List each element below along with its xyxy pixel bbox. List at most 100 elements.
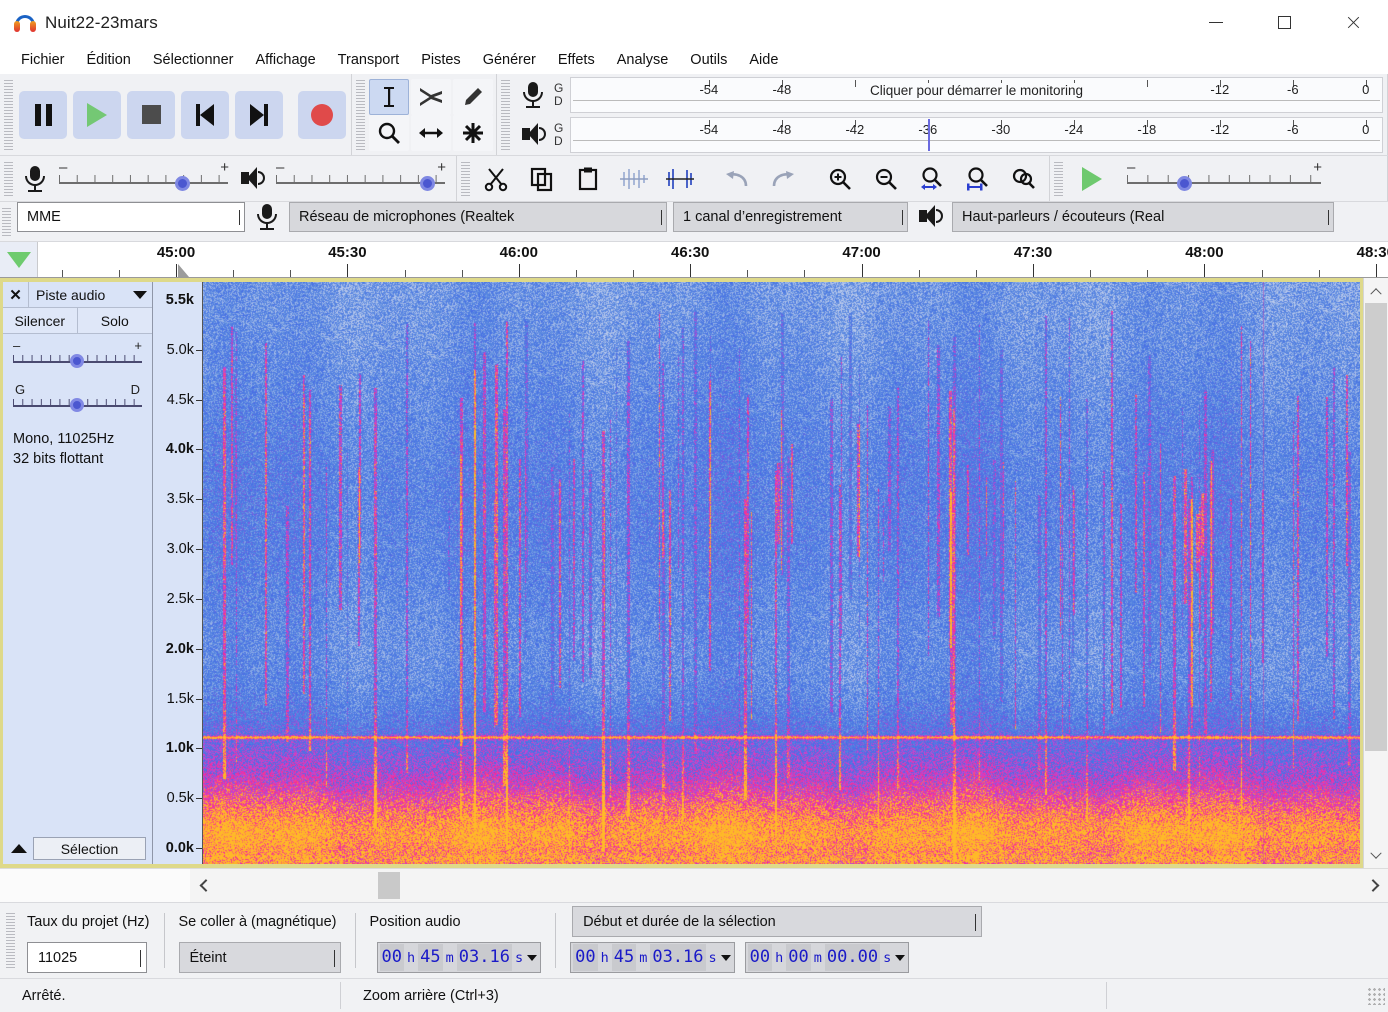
- track-solo-button[interactable]: Solo: [77, 308, 152, 333]
- scroll-right-button[interactable]: [1360, 869, 1388, 902]
- redo-button[interactable]: [763, 160, 803, 197]
- menu-affichage[interactable]: Affichage: [244, 49, 326, 71]
- skip-to-start-button[interactable]: [181, 90, 229, 139]
- vertical-scroll-track[interactable]: [1364, 303, 1388, 843]
- slider-thumb[interactable]: [69, 354, 84, 368]
- audio-host-select[interactable]: MME: [17, 202, 245, 232]
- menu-analyse[interactable]: Analyse: [606, 49, 680, 71]
- play-button[interactable]: [73, 90, 121, 139]
- pause-button[interactable]: [19, 90, 67, 139]
- multi-tool-button[interactable]: [453, 114, 493, 151]
- zoom-out-button[interactable]: [866, 160, 906, 197]
- menu-selectionner[interactable]: Sélectionner: [142, 49, 245, 71]
- selection-mode-select[interactable]: Début et durée de la sélection: [572, 906, 983, 937]
- toolbar-grip[interactable]: [501, 78, 510, 151]
- zoom-tool-button[interactable]: [369, 114, 409, 151]
- play-speed-slider[interactable]: – +: [1124, 159, 1324, 199]
- close-button[interactable]: [1319, 0, 1388, 46]
- recording-meter-toolbar[interactable]: G D -54 -48 -12 -6 0 Cliquer pour démarrer l…: [513, 75, 1385, 115]
- horizontal-scroll-thumb[interactable]: [377, 872, 400, 899]
- envelope-tool-button[interactable]: [411, 78, 451, 115]
- menu-generer[interactable]: Générer: [472, 49, 547, 71]
- timeshift-tool-button[interactable]: [411, 114, 451, 151]
- menu-effets[interactable]: Effets: [547, 49, 606, 71]
- menu-transport[interactable]: Transport: [327, 49, 411, 71]
- output-volume-slider[interactable]: – +: [273, 159, 448, 199]
- silence-audio-button[interactable]: [660, 160, 700, 197]
- undo-button[interactable]: [717, 160, 757, 197]
- track-pan-slider[interactable]: G D: [11, 382, 144, 422]
- toolbar-grip[interactable]: [2, 206, 11, 237]
- slider-thumb[interactable]: [420, 175, 435, 191]
- recording-device-select[interactable]: Réseau de microphones (Realtek: [289, 202, 667, 232]
- selection-start-field[interactable]: 00 h 45 m 03.16 s: [570, 942, 735, 973]
- paste-button[interactable]: [568, 160, 608, 197]
- skip-to-end-button[interactable]: [235, 90, 283, 139]
- toolbar-grip[interactable]: [1054, 160, 1063, 197]
- zoom-toggle-button[interactable]: [1004, 160, 1044, 197]
- copy-button[interactable]: [522, 160, 562, 197]
- toolbar-grip[interactable]: [356, 78, 365, 151]
- scroll-down-button[interactable]: [1364, 843, 1388, 868]
- audio-position-field[interactable]: 00 h 45 m 03.16 s: [376, 942, 542, 973]
- track-close-button[interactable]: ✕: [3, 281, 29, 308]
- pin-play-head-button[interactable]: [0, 242, 38, 277]
- chevron-down-icon[interactable]: [527, 954, 538, 961]
- recording-meter[interactable]: -54 -48 -12 -6 0 Cliquer pour démarrer le mo…: [570, 76, 1383, 113]
- maximize-button[interactable]: [1250, 0, 1319, 46]
- menu-edition[interactable]: Édition: [76, 49, 142, 71]
- playback-meter[interactable]: -54-48-42-36-30-24-18-12-60: [570, 116, 1383, 153]
- project-rate-select[interactable]: 11025: [27, 942, 147, 973]
- chevron-down-icon[interactable]: [720, 954, 731, 961]
- track-collapse-button[interactable]: [5, 838, 33, 860]
- selection-length-hours[interactable]: 00: [747, 944, 773, 971]
- record-button[interactable]: [298, 90, 346, 139]
- zoom-selection-button[interactable]: [912, 160, 952, 197]
- recording-channels-select[interactable]: 1 canal d’enregistrement: [673, 202, 908, 232]
- trim-audio-button[interactable]: [614, 160, 654, 197]
- selection-tool-button[interactable]: [369, 78, 409, 115]
- menu-aide[interactable]: Aide: [738, 49, 789, 71]
- audio-position-seconds[interactable]: 03.16: [456, 944, 512, 971]
- selection-start-hours[interactable]: 00: [573, 944, 598, 971]
- frequency-ruler[interactable]: 5.5k 5.0k 4.5k 4.0k 3.5k 3.0k 2.5k 2.0k 1.5k 1.0k…: [153, 282, 203, 864]
- snap-to-select[interactable]: Éteint: [178, 942, 341, 973]
- selection-length-seconds[interactable]: 00.00: [824, 944, 881, 971]
- spectrogram-canvas[interactable]: [203, 282, 1360, 864]
- menu-outils[interactable]: Outils: [679, 49, 738, 71]
- resize-grip-icon[interactable]: [1367, 986, 1385, 1005]
- playback-meter-toolbar[interactable]: G D -54-48-42-36-30-24-18-12-60: [513, 115, 1385, 155]
- chevron-down-icon[interactable]: [895, 954, 906, 961]
- selection-start-minutes[interactable]: 45: [611, 944, 637, 971]
- menu-fichier[interactable]: Fichier: [10, 49, 76, 71]
- horizontal-scroll-track[interactable]: [218, 869, 1360, 902]
- audio-position-minutes[interactable]: 45: [418, 944, 443, 971]
- toolbar-grip[interactable]: [4, 160, 13, 197]
- stop-button[interactable]: [127, 90, 175, 139]
- zoom-fit-project-button[interactable]: [958, 160, 998, 197]
- toolbar-grip[interactable]: [4, 78, 13, 151]
- minimize-button[interactable]: [1181, 0, 1250, 46]
- menu-pistes[interactable]: Pistes: [410, 49, 472, 71]
- zoom-in-button[interactable]: [820, 160, 860, 197]
- playback-device-select[interactable]: Haut-parleurs / écouteurs (Real: [952, 202, 1334, 232]
- selection-start-seconds[interactable]: 03.16: [650, 944, 706, 971]
- vertical-scrollbar[interactable]: [1363, 278, 1388, 868]
- toolbar-grip[interactable]: [6, 911, 15, 970]
- play-at-speed-button[interactable]: [1069, 160, 1115, 197]
- timeline-ruler[interactable]: 45:00 45:30 46:00 46:30 47:00 47:30 48:00 48:30: [38, 242, 1388, 277]
- input-volume-slider[interactable]: – +: [56, 159, 231, 199]
- track-menu-button[interactable]: [128, 290, 152, 299]
- toolbar-grip[interactable]: [461, 160, 470, 197]
- slider-thumb[interactable]: [69, 398, 84, 412]
- track-gain-slider[interactable]: – +: [11, 338, 144, 378]
- cut-button[interactable]: [476, 160, 516, 197]
- slider-thumb[interactable]: [175, 175, 190, 191]
- scroll-up-button[interactable]: [1364, 278, 1388, 303]
- scroll-left-button[interactable]: [190, 869, 218, 902]
- track-select-button[interactable]: Sélection: [33, 837, 146, 860]
- selection-length-field[interactable]: 00 h 00 m 00.00 s: [744, 942, 910, 973]
- track-mute-button[interactable]: Silencer: [3, 308, 78, 333]
- draw-tool-button[interactable]: [453, 78, 493, 115]
- vertical-scroll-thumb[interactable]: [1365, 303, 1387, 752]
